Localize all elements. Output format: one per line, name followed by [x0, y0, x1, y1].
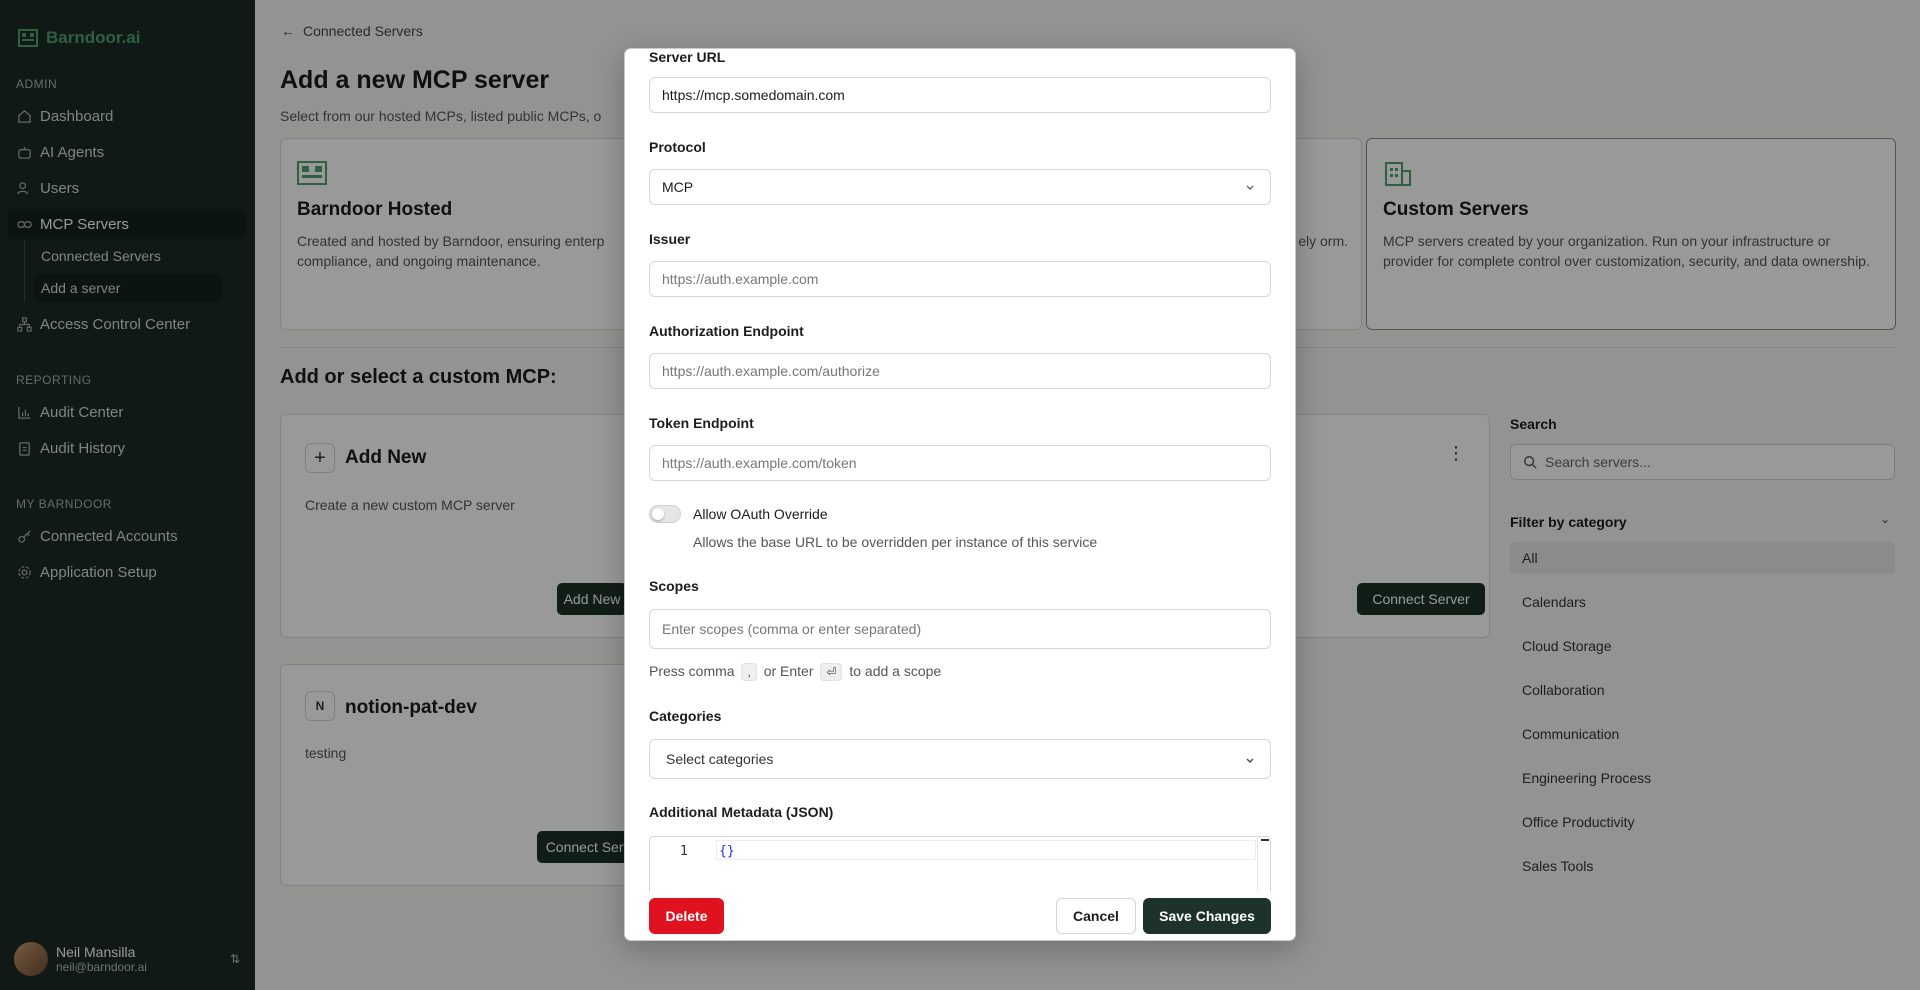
categories-label: Categories — [649, 708, 722, 724]
save-changes-button[interactable]: Save Changes — [1143, 898, 1271, 934]
chevron-down-icon — [1246, 185, 1254, 190]
token-endpoint-label: Token Endpoint — [649, 415, 754, 431]
json-code[interactable]: {} — [719, 844, 735, 859]
server-url-label: Server URL — [649, 49, 726, 65]
modal-footer: Delete Cancel Save Changes — [625, 892, 1295, 940]
scopes-input[interactable]: Enter scopes (comma or enter separated) — [649, 609, 1271, 649]
server-url-input[interactable]: https://mcp.somedomain.com — [649, 77, 1271, 113]
comma-key: , — [741, 663, 757, 681]
protocol-select[interactable]: MCP — [649, 169, 1271, 205]
categories-placeholder: Select categories — [666, 751, 774, 767]
issuer-label: Issuer — [649, 231, 691, 247]
line-number: 1 — [680, 844, 688, 859]
oauth-override-help: Allows the base URL to be overridden per… — [693, 534, 1098, 550]
scopes-help: Press comma , or Enter ⏎ to add a scope — [649, 663, 941, 681]
scopes-help-text: Press comma — [649, 663, 735, 679]
protocol-value: MCP — [662, 179, 694, 195]
edit-server-modal: Server URL https://mcp.somedomain.com Pr… — [624, 48, 1296, 941]
delete-button[interactable]: Delete — [649, 898, 724, 934]
editor-scrollbar[interactable] — [1257, 837, 1270, 897]
authorization-endpoint-label: Authorization Endpoint — [649, 323, 804, 339]
categories-select[interactable]: Select categories — [649, 739, 1271, 779]
metadata-json-editor[interactable]: 1 {} — [649, 836, 1271, 897]
current-line-highlight — [716, 840, 1256, 860]
issuer-input[interactable]: https://auth.example.com — [649, 261, 1271, 297]
metadata-label: Additional Metadata (JSON) — [649, 804, 834, 820]
scopes-help-text: to add a scope — [849, 663, 942, 679]
oauth-override-label: Allow OAuth Override — [693, 506, 828, 522]
scopes-help-text: or Enter — [763, 663, 814, 679]
authorization-endpoint-input[interactable]: https://auth.example.com/authorize — [649, 353, 1271, 389]
scopes-label: Scopes — [649, 578, 699, 594]
token-endpoint-input[interactable]: https://auth.example.com/token — [649, 445, 1271, 481]
protocol-label: Protocol — [649, 139, 706, 155]
cancel-button[interactable]: Cancel — [1056, 898, 1136, 934]
enter-key-icon: ⏎ — [820, 663, 843, 681]
oauth-override-toggle[interactable] — [649, 505, 681, 523]
chevron-down-icon — [1246, 758, 1254, 763]
